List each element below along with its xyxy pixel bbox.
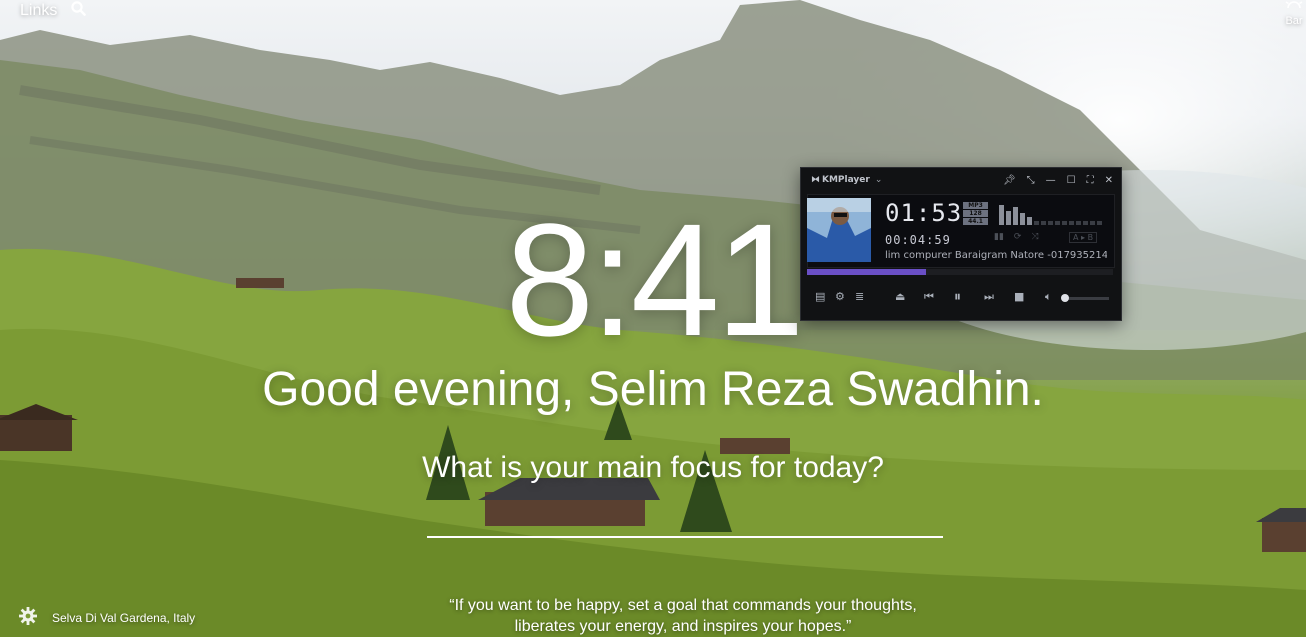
- menu-list-icon[interactable]: ≣: [855, 289, 864, 305]
- display-toggles: ▮▮ ⟳ ⤨: [994, 232, 1039, 242]
- volume-knob[interactable]: [1061, 294, 1070, 302]
- quote-line-1: “If you want to be happy, set a goal tha…: [449, 597, 917, 614]
- sun-icon: [1284, 1, 1304, 15]
- gear-icon[interactable]: ⚙: [835, 289, 845, 305]
- photo-location[interactable]: Selva Di Val Gardena, Italy: [52, 611, 195, 625]
- kmplayer-logo-icon: ⧓: [811, 175, 820, 185]
- top-left-links: Links: [20, 1, 87, 21]
- quote-line-2: liberates your energy, and inspires your…: [514, 618, 852, 635]
- links-button[interactable]: Links: [20, 2, 57, 20]
- spectrum-visualizer: [999, 205, 1102, 225]
- weather-widget[interactable]: Bar: [1276, 0, 1306, 27]
- total-time: 00:04:59: [885, 233, 951, 247]
- stop-icon[interactable]: ■: [1014, 289, 1024, 305]
- greeting: Good evening, Selim Reza Swadhin.: [262, 363, 1044, 416]
- seek-bar-fill: [807, 269, 927, 275]
- ab-repeat-button[interactable]: A ▸ B: [1069, 232, 1098, 243]
- seek-bar[interactable]: [807, 269, 1113, 275]
- kmplayer-menu[interactable]: ⧓ KMPlayer ⌄: [811, 175, 1003, 185]
- pin-icon[interactable]: 📌︎: [1003, 175, 1016, 186]
- chevron-down-icon: ⌄: [874, 175, 883, 185]
- close-icon[interactable]: ✕: [1105, 175, 1113, 186]
- quote: “If you want to be happy, set a goal tha…: [383, 595, 983, 637]
- current-time: 01:53: [885, 199, 963, 227]
- volume-icon[interactable]: 🔈︎: [1045, 289, 1052, 305]
- kmplayer-window[interactable]: ⧓ KMPlayer ⌄ 📌︎ ⤡ — ☐ ⛶ ✕ 01:53 MP3 128 …: [800, 167, 1122, 321]
- audio-format-badges: MP3 128 44.1: [963, 202, 988, 225]
- pause-icon[interactable]: ⏸: [954, 289, 961, 305]
- mini-mode-icon[interactable]: ⤡: [1027, 175, 1035, 186]
- repeat-icon[interactable]: ⟳: [1014, 232, 1022, 242]
- previous-icon[interactable]: ⏮: [924, 289, 934, 305]
- volume-slider[interactable]: [1061, 294, 1109, 302]
- search-icon[interactable]: [71, 1, 87, 21]
- eject-icon[interactable]: ⏏: [895, 289, 905, 305]
- shuffle-icon[interactable]: ⤨: [1031, 232, 1038, 242]
- playback-controls: ▤ ⚙ ≣ ⏏ ⏮ ⏸ ⏭ ■ 🔈︎: [801, 285, 1121, 311]
- focus-question: What is your main focus for today?: [422, 451, 884, 484]
- codec-badge: MP3: [963, 202, 988, 209]
- bitrate-badge: 128: [963, 210, 988, 217]
- samplerate-badge: 44.1: [963, 218, 988, 225]
- equalizer-icon[interactable]: ▮▮: [994, 232, 1004, 242]
- fullscreen-icon[interactable]: ⛶: [1087, 175, 1094, 186]
- next-icon[interactable]: ⏭: [984, 289, 994, 305]
- focus-input[interactable]: [427, 496, 943, 538]
- kmplayer-titlebar[interactable]: ⧓ KMPlayer ⌄ 📌︎ ⤡ — ☐ ⛶ ✕: [801, 168, 1121, 192]
- album-art: [807, 198, 871, 262]
- kmplayer-title: KMPlayer: [822, 175, 870, 185]
- minimize-icon[interactable]: —: [1046, 175, 1056, 186]
- settings-gear-icon[interactable]: [18, 606, 38, 629]
- playlist-icon[interactable]: ▤: [815, 289, 825, 305]
- now-playing-title: lim compurer Baraigram Natore -017935214…: [885, 250, 1107, 261]
- bottom-left-bar: Selva Di Val Gardena, Italy: [18, 606, 195, 629]
- maximize-icon[interactable]: ☐: [1067, 175, 1076, 186]
- weather-location: Bar: [1285, 15, 1303, 27]
